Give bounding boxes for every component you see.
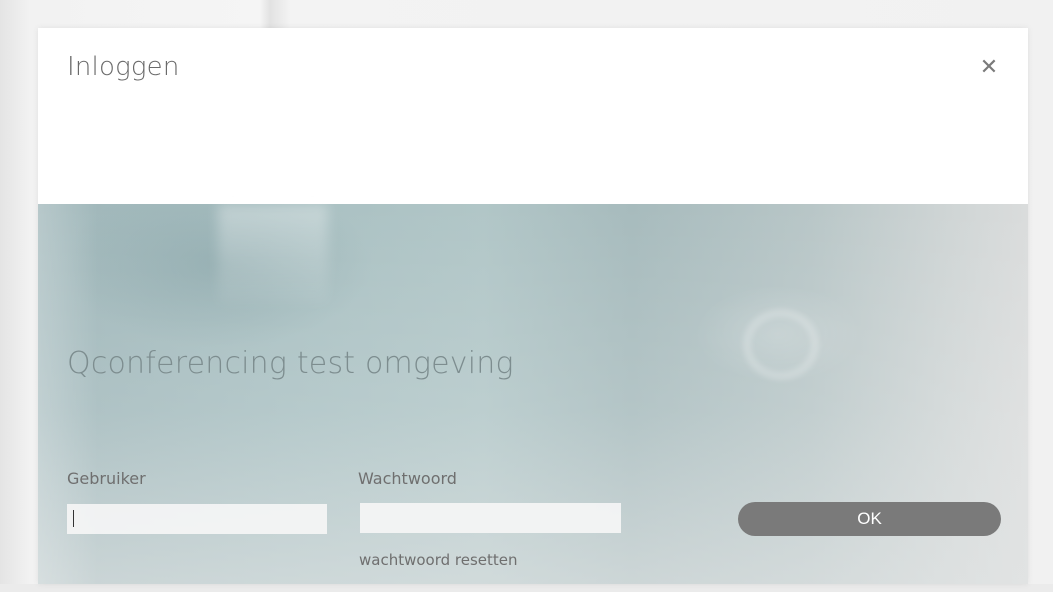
dialog-body: Qconferencing test omgeving Gebruiker Wa… [38, 204, 1028, 584]
page-backdrop-bottom [0, 584, 1053, 592]
reset-password-link[interactable]: wachtwoord resetten [359, 551, 518, 569]
username-label: Gebruiker [67, 469, 146, 488]
ok-button[interactable]: OK [738, 502, 1001, 536]
close-icon: ✕ [979, 54, 999, 80]
environment-title: Qconferencing test omgeving [67, 346, 514, 381]
username-input[interactable] [67, 504, 327, 534]
dialog-title: Inloggen [67, 52, 180, 82]
text-caret [73, 510, 74, 527]
background-window-blur [218, 204, 328, 304]
dialog-header: Inloggen ✕ [38, 28, 1028, 204]
password-input[interactable] [360, 503, 621, 533]
login-dialog: Inloggen ✕ Qconferencing test omgeving G… [38, 28, 1028, 584]
background-curve [743, 309, 819, 380]
password-label: Wachtwoord [358, 469, 457, 488]
close-button[interactable]: ✕ [976, 54, 1002, 80]
